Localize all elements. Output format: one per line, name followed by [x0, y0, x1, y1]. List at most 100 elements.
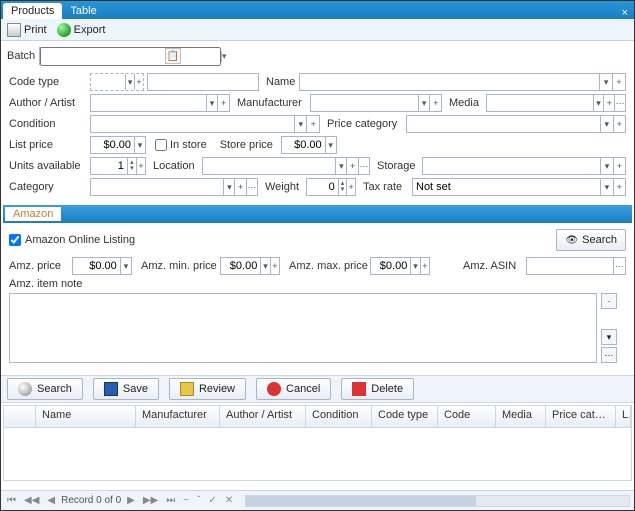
amz-price-label: Amz. price [9, 260, 69, 272]
amazon-listing-label: Amazon Online Listing [25, 234, 135, 246]
print-label: Print [24, 24, 47, 36]
nav-prevpage-icon[interactable]: ◀◀ [22, 495, 41, 506]
grid-col-last[interactable]: L [616, 406, 631, 427]
manufacturer-label: Manufacturer [237, 97, 307, 109]
review-icon [180, 382, 194, 396]
save-icon [104, 382, 118, 396]
price-category-input[interactable] [406, 115, 626, 133]
tab-products[interactable]: Products [3, 3, 62, 19]
delete-icon [352, 382, 366, 396]
nav-x-icon[interactable]: ✕ [223, 495, 235, 506]
batch-action-icon[interactable]: 📋 [165, 48, 181, 64]
nav-nextpage-icon[interactable]: ▶▶ [141, 495, 160, 506]
export-button[interactable]: Export [57, 23, 106, 37]
amz-max-price-input[interactable] [370, 257, 430, 275]
export-icon [57, 23, 71, 37]
search-icon [18, 382, 32, 396]
note-up-button[interactable]: · [601, 293, 617, 309]
nav-last-icon[interactable]: ⏭ [164, 495, 177, 506]
grid-col-media[interactable]: Media [496, 406, 546, 427]
amazon-search-button[interactable]: Search [556, 229, 626, 251]
eye-icon [565, 234, 578, 246]
storage-input[interactable] [422, 157, 626, 175]
nav-first-icon[interactable]: ⏮ [5, 495, 18, 506]
export-label: Export [74, 24, 106, 36]
close-icon[interactable]: × [616, 7, 634, 19]
cancel-button[interactable]: Cancel [256, 378, 331, 400]
grid-col-name[interactable]: Name [36, 406, 136, 427]
note-more-button[interactable]: ⋯ [601, 347, 617, 363]
nav-check-icon[interactable]: ✓ [206, 495, 218, 506]
horizontal-scrollbar[interactable] [245, 495, 630, 507]
grid-col-codetype[interactable]: Code type [372, 406, 438, 427]
in-store-label: In store [170, 139, 207, 151]
print-button[interactable]: Print [7, 23, 47, 37]
batch-label: Batch [7, 50, 35, 62]
amz-note-textarea[interactable] [9, 293, 597, 363]
data-grid[interactable]: Name Manufacturer Author / Artist Condit… [3, 405, 632, 481]
nav-tick-icon[interactable]: ˇ [195, 495, 202, 506]
amazon-tab[interactable]: Amazon [5, 207, 61, 221]
list-price-input[interactable] [90, 136, 146, 154]
batch-dropdown[interactable] [39, 47, 161, 65]
units-available-label: Units available [9, 160, 87, 172]
record-navigator: ⏮ ◀◀ ◀ Record 0 of 0 ▶ ▶▶ ⏭ − ˇ ✓ ✕ [1, 490, 634, 510]
name-label: Name [266, 76, 296, 88]
nav-next-icon[interactable]: ▶ [125, 495, 137, 506]
author-input[interactable] [90, 94, 230, 112]
condition-input[interactable] [90, 115, 320, 133]
search-button[interactable]: Search [7, 378, 83, 400]
amazon-listing-checkbox[interactable] [9, 234, 21, 246]
code-type-label: Code type [9, 76, 87, 88]
amz-asin-label: Amz. ASIN [463, 260, 523, 272]
tab-table[interactable]: Table [62, 3, 104, 19]
tax-rate-input[interactable] [412, 178, 626, 196]
grid-col-pricecat[interactable]: Price categ... [546, 406, 616, 427]
price-category-label: Price category [327, 118, 403, 130]
grid-col-manufacturer[interactable]: Manufacturer [136, 406, 220, 427]
grid-body [4, 428, 631, 480]
storage-label: Storage [377, 160, 419, 172]
location-label: Location [153, 160, 199, 172]
review-button[interactable]: Review [169, 378, 246, 400]
amazon-section-header: Amazon [3, 205, 632, 223]
nav-minus-icon[interactable]: − [181, 495, 191, 506]
category-input[interactable] [90, 178, 258, 196]
grid-col-author[interactable]: Author / Artist [220, 406, 306, 427]
media-label: Media [449, 97, 483, 109]
tax-rate-label: Tax rate [363, 181, 409, 193]
grid-col-condition[interactable]: Condition [306, 406, 372, 427]
amz-price-input[interactable] [72, 257, 132, 275]
cancel-icon [267, 382, 281, 396]
weight-label: Weight [265, 181, 303, 193]
code-type-input[interactable] [90, 73, 144, 91]
amz-min-price-input[interactable] [220, 257, 280, 275]
units-available-input[interactable]: ▴▾ [90, 157, 146, 175]
author-label: Author / Artist [9, 97, 87, 109]
manufacturer-input[interactable] [310, 94, 442, 112]
amz-note-label: Amz. item note [9, 278, 87, 290]
list-price-label: List price [9, 139, 87, 151]
in-store-checkbox[interactable] [155, 139, 167, 151]
note-dropdown-button[interactable]: ▾ [601, 329, 617, 345]
delete-button[interactable]: Delete [341, 378, 414, 400]
weight-input[interactable]: ▴▾ [306, 178, 356, 196]
location-input[interactable] [202, 157, 370, 175]
name-input[interactable] [299, 73, 626, 91]
save-button[interactable]: Save [93, 378, 159, 400]
print-icon [7, 23, 21, 37]
amz-asin-input[interactable] [526, 257, 626, 275]
amz-max-price-label: Amz. max. price [289, 260, 367, 272]
amz-min-price-label: Amz. min. price [141, 260, 217, 272]
store-price-label: Store price [220, 139, 278, 151]
grid-header: Name Manufacturer Author / Artist Condit… [4, 406, 631, 428]
code-input[interactable] [147, 73, 259, 91]
media-input[interactable] [486, 94, 626, 112]
condition-label: Condition [9, 118, 87, 130]
nav-record-text: Record 0 of 0 [61, 495, 121, 506]
category-label: Category [9, 181, 87, 193]
nav-prev-icon[interactable]: ◀ [45, 495, 57, 506]
grid-col-code[interactable]: Code [438, 406, 496, 427]
grid-col-selector[interactable] [4, 406, 36, 427]
store-price-input[interactable] [281, 136, 337, 154]
